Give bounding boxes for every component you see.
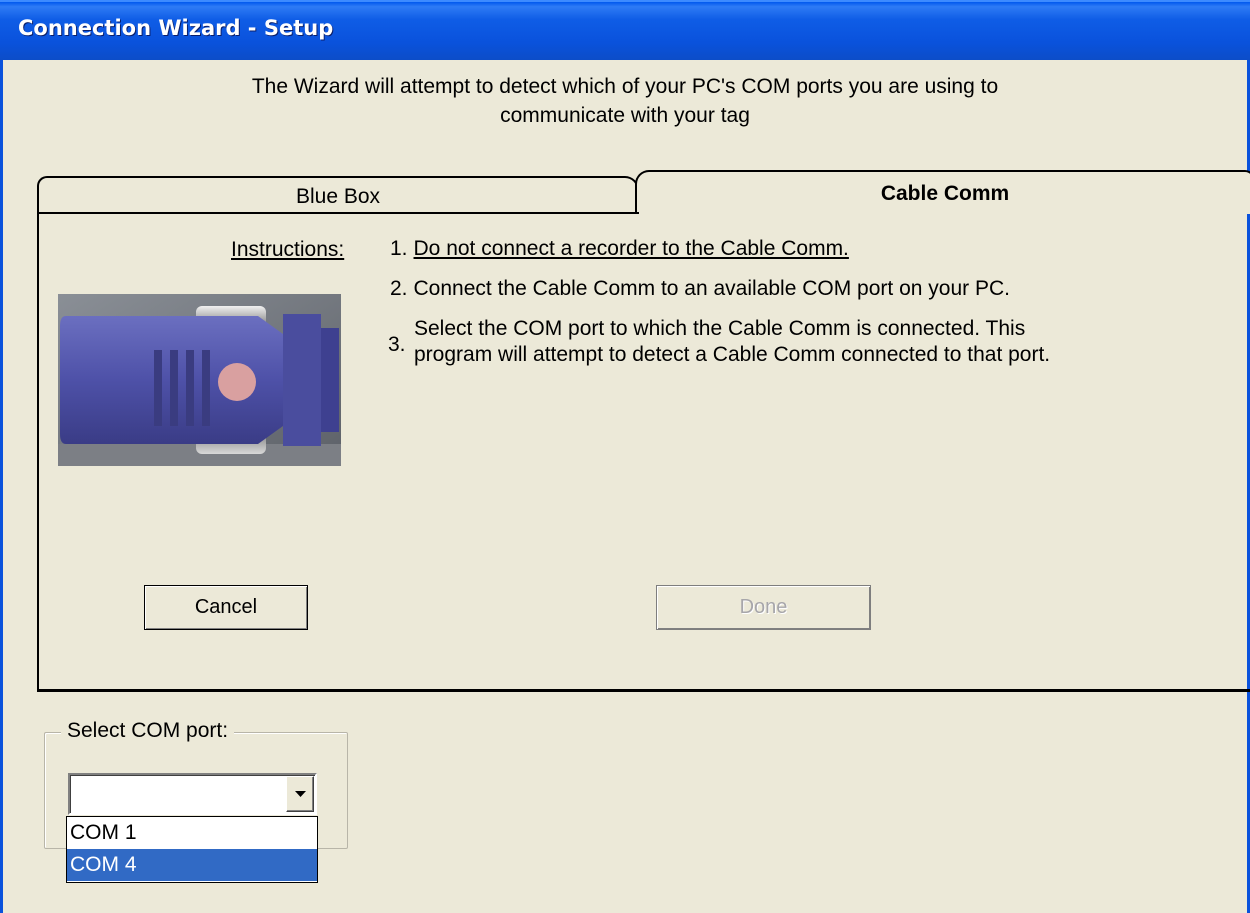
instruction-step-2: 2. Connect the Cable Comm to an available… — [390, 276, 1010, 302]
chevron-down-icon — [295, 791, 306, 797]
cable-comm-image — [58, 294, 341, 466]
tab-cable-comm[interactable]: Cable Comm — [635, 170, 1250, 214]
dropdown-option-com4[interactable]: COM 4 — [67, 849, 317, 881]
step-text: Do not connect a recorder to the Cable C… — [413, 237, 849, 260]
cancel-button[interactable]: Cancel — [144, 585, 308, 630]
step-number: 3. — [388, 333, 406, 356]
title-bar[interactable]: Connection Wizard - Setup — [0, 0, 1250, 60]
step-text: Connect the Cable Comm to an available C… — [413, 277, 1010, 300]
window-border-left — [0, 60, 3, 913]
instruction-step-3: Select the COM port to which the Cable C… — [414, 316, 1050, 368]
instruction-step-1: 1. Do not connect a recorder to the Cable… — [390, 236, 849, 262]
intro-line-2: communicate with your tag — [500, 104, 750, 127]
intro-line-1: The Wizard will attempt to detect which … — [251, 75, 999, 98]
instructions-label: Instructions: — [231, 238, 345, 261]
step-number: 1. — [390, 237, 408, 260]
step-text: program will attempt to detect a Cable C… — [414, 343, 1051, 366]
step-text: Select the COM port to which the Cable C… — [414, 317, 1026, 340]
com-port-label: Select COM port: — [61, 719, 235, 743]
dropdown-arrow-button[interactable] — [286, 776, 314, 812]
tab-blue-box[interactable]: Blue Box — [37, 176, 639, 214]
com-port-select[interactable] — [68, 773, 317, 815]
step-number: 2. — [390, 277, 408, 300]
cable-comm-adapter-icon — [58, 294, 341, 466]
window-title: Connection Wizard - Setup — [18, 16, 334, 40]
intro-text: The Wizard will attempt to detect which … — [100, 72, 1150, 130]
done-button[interactable]: Done — [656, 585, 871, 630]
dropdown-option-com1[interactable]: COM 1 — [67, 817, 317, 849]
com-port-dropdown-list[interactable]: COM 1 COM 4 — [66, 816, 318, 883]
